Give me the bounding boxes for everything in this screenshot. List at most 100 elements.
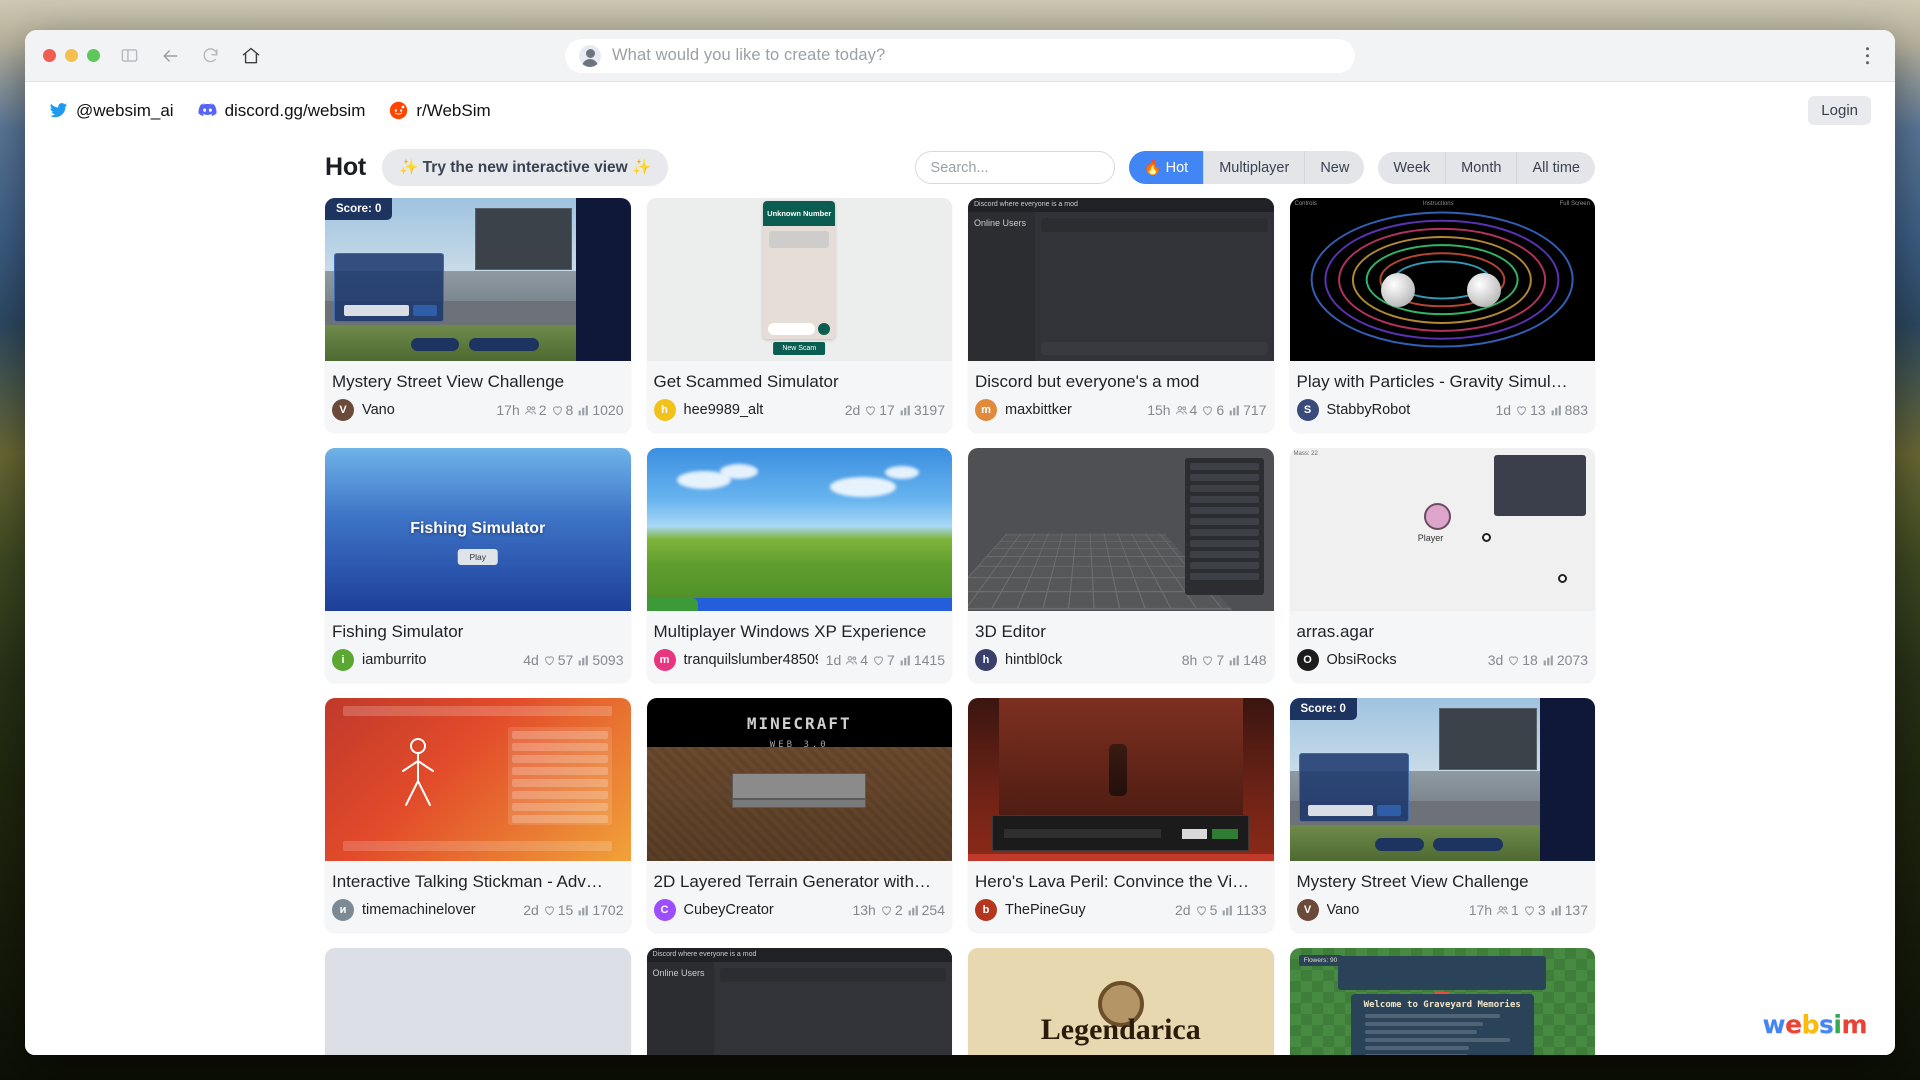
project-thumbnail[interactable]: Fishing Simulator Play [325, 448, 631, 611]
project-card[interactable]: Unknown Number New Scam Get Scammed Simul… [647, 198, 953, 432]
tab-alltime[interactable]: All time [1517, 152, 1595, 184]
author-avatar: C [654, 899, 676, 921]
project-thumbnail[interactable]: Legendarica [968, 948, 1274, 1055]
view-count: 254 [907, 902, 945, 918]
project-thumbnail[interactable] [968, 698, 1274, 861]
time-tab-group: Week Month All time [1378, 152, 1595, 184]
sidebar-icon[interactable] [120, 46, 139, 65]
project-card[interactable]: 3D Editor h hintbl0ck 8h 7 148 [968, 448, 1274, 682]
project-card[interactable]: Fishing Simulator Play Fishing Simulator i… [325, 448, 631, 682]
project-card[interactable]: Mass: 22 Player arras.agar O ObsiRocks 3… [1290, 448, 1596, 682]
author-name[interactable]: ThePineGuy [1005, 902, 1167, 918]
project-card[interactable]: Legendarica [968, 948, 1274, 1055]
like-count: 57 [543, 652, 574, 668]
discord-icon [198, 101, 217, 120]
multiplayer-count: 2 [524, 402, 547, 418]
project-thumbnail[interactable]: Score: 0 [1290, 698, 1596, 861]
window-traffic-lights[interactable] [43, 49, 100, 62]
project-title: Get Scammed Simulator [647, 361, 953, 395]
author-name[interactable]: iamburrito [362, 652, 515, 668]
project-thumbnail[interactable] [647, 448, 953, 611]
author-name[interactable]: maxbittker [1005, 402, 1139, 418]
project-card[interactable] [325, 948, 631, 1055]
multiplayer-count: 1 [1496, 902, 1519, 918]
project-card[interactable]: Discord where everyone is a mod Online U… [968, 198, 1274, 432]
tab-week[interactable]: Week [1378, 152, 1446, 184]
project-thumbnail[interactable]: MINECRAFT WEB 3.0 [647, 698, 953, 861]
tab-new[interactable]: New [1305, 151, 1364, 184]
back-icon[interactable] [160, 46, 180, 66]
project-stats: 3d 18 2073 [1488, 652, 1588, 668]
project-thumbnail[interactable]: Unknown Number New Scam [647, 198, 953, 361]
project-thumbnail[interactable] [325, 698, 631, 861]
project-card[interactable]: Interactive Talking Stickman - Adv… и ti… [325, 698, 631, 932]
author-avatar: и [332, 899, 354, 921]
social-link-reddit[interactable]: r/WebSim [389, 101, 490, 121]
tab-month[interactable]: Month [1446, 152, 1517, 184]
thumbnail-score-badge: Score: 0 [325, 198, 392, 220]
author-name[interactable]: hintbl0ck [1005, 652, 1174, 668]
project-thumbnail[interactable]: Discord where everyone is a mod Online U… [647, 948, 953, 1055]
kebab-menu-icon[interactable] [1862, 43, 1874, 69]
project-thumbnail[interactable]: Mass: 22 Player [1290, 448, 1596, 611]
project-stats: 13h 2 254 [852, 902, 945, 918]
like-count: 18 [1507, 652, 1538, 668]
project-card[interactable]: Discord where everyone is a mod Online U… [647, 948, 953, 1055]
project-thumbnail[interactable]: Controls Instructions Full Screen [1290, 198, 1596, 361]
author-avatar: O [1297, 649, 1319, 671]
author-name[interactable]: CubeyCreator [684, 902, 845, 918]
timestamp: 4d [523, 652, 539, 668]
project-meta: m maxbittker 15h 4 6 717 [968, 395, 1274, 432]
page-title: Hot [325, 153, 366, 182]
project-thumbnail[interactable]: Score: 0 [325, 198, 631, 361]
project-thumbnail[interactable] [968, 448, 1274, 611]
watermark-letter: e [1785, 1010, 1801, 1039]
tab-multiplayer[interactable]: Multiplayer [1204, 151, 1305, 184]
author-name[interactable]: ObsiRocks [1327, 652, 1480, 668]
author-name[interactable]: Vano [1327, 902, 1461, 918]
view-count: 148 [1228, 652, 1266, 668]
maximize-window-button[interactable] [87, 49, 100, 62]
multiplayer-count: 4 [845, 652, 868, 668]
like-count: 6 [1201, 402, 1224, 418]
try-interactive-view-button[interactable]: ✨ Try the new interactive view ✨ [382, 149, 668, 186]
social-link-discord[interactable]: discord.gg/websim [198, 101, 366, 121]
view-count: 1415 [899, 652, 945, 668]
project-title: 2D Layered Terrain Generator with… [647, 861, 953, 895]
tab-hot[interactable]: 🔥 Hot [1129, 151, 1205, 184]
minimize-window-button[interactable] [65, 49, 78, 62]
omnibox-placeholder-text: What would you like to create today? [612, 46, 885, 65]
project-card[interactable]: Controls Instructions Full Screen Play wit… [1290, 198, 1596, 432]
author-name[interactable]: hee9989_alt [684, 402, 837, 418]
project-card[interactable]: Flowers: 90 Welcome to Graveyard Memorie… [1290, 948, 1596, 1055]
project-card[interactable]: Score: 0 Mystery Street View Challenge V… [1290, 698, 1596, 932]
project-thumbnail[interactable]: Flowers: 90 Welcome to Graveyard Memorie… [1290, 948, 1596, 1055]
project-card[interactable]: Hero's Lava Peril: Convince the Vi… b Th… [968, 698, 1274, 932]
project-card[interactable]: Score: 0 Mystery Street View Challenge V… [325, 198, 631, 432]
project-stats: 2d 17 3197 [845, 402, 945, 418]
project-thumbnail[interactable] [325, 948, 631, 1055]
project-title: arras.agar [1290, 611, 1596, 645]
project-thumbnail[interactable]: Discord where everyone is a mod Online U… [968, 198, 1274, 361]
author-name[interactable]: timemachinelover [362, 902, 515, 918]
project-stats: 8h 7 148 [1182, 652, 1267, 668]
author-avatar: S [1297, 399, 1319, 421]
search-input[interactable] [915, 151, 1115, 184]
like-count: 7 [872, 652, 895, 668]
author-avatar: h [975, 649, 997, 671]
reload-icon[interactable] [201, 46, 220, 65]
login-button[interactable]: Login [1808, 96, 1871, 125]
social-link-twitter[interactable]: @websim_ai [49, 101, 174, 121]
view-count: 1133 [1221, 902, 1266, 918]
home-icon[interactable] [241, 46, 261, 66]
project-card[interactable]: MINECRAFT WEB 3.0 2D Layered Terrain Gene… [647, 698, 953, 932]
project-card[interactable]: Multiplayer Windows XP Experience m tran… [647, 448, 953, 682]
address-bar[interactable]: What would you like to create today? [565, 39, 1355, 73]
author-name[interactable]: tranquilslumber485092491 [684, 652, 818, 668]
timestamp: 13h [852, 902, 875, 918]
project-stats: 1d 13 883 [1495, 402, 1588, 418]
author-name[interactable]: Vano [362, 402, 488, 418]
author-name[interactable]: StabbyRobot [1327, 402, 1488, 418]
timestamp: 8h [1182, 652, 1198, 668]
close-window-button[interactable] [43, 49, 56, 62]
